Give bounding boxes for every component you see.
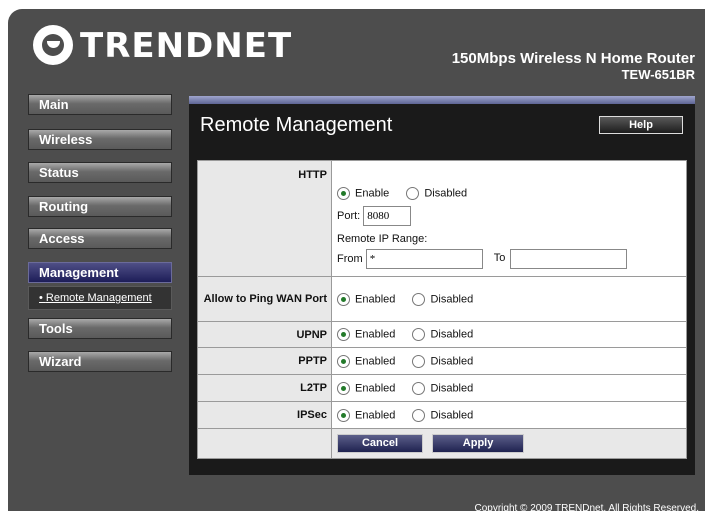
nav-wizard[interactable]: Wizard: [28, 351, 172, 372]
router-frame: TRENDNET 150Mbps Wireless N Home Router …: [8, 9, 705, 511]
nav-remote-management-label: Remote Management: [45, 292, 152, 304]
upnp-row: UPNP Enabled Disabled: [197, 321, 687, 348]
l2tp-enabled-label: Enabled: [355, 381, 396, 394]
nav-tools[interactable]: Tools: [28, 318, 172, 339]
pptp-enabled-label: Enabled: [355, 354, 396, 367]
ping-enabled-label: Enabled: [355, 292, 396, 305]
ping-row: Allow to Ping WAN Port Enabled Disabled: [197, 276, 687, 322]
ping-disabled-radio[interactable]: [412, 292, 426, 306]
nav-access[interactable]: Access: [28, 228, 172, 249]
nav-status[interactable]: Status: [28, 162, 172, 183]
page-title: Remote Management: [200, 114, 393, 136]
http-disabled-radio[interactable]: [406, 186, 420, 200]
http-row: HTTP Enable Disabled Port: Remote IP Ran…: [197, 160, 687, 277]
model-number: TEW-651BR: [621, 67, 695, 82]
content-panel: Remote Management Help HTTP Enable Disab…: [189, 96, 695, 475]
upnp-disabled-label: Disabled: [430, 328, 474, 341]
upnp-enabled-radio[interactable]: [337, 328, 350, 341]
ipsec-label: IPSec: [197, 401, 332, 429]
to-ip-input[interactable]: [510, 248, 628, 269]
management-submenu: • Remote Management: [28, 286, 172, 310]
settings-table: HTTP Enable Disabled Port: Remote IP Ran…: [197, 160, 687, 459]
actions-row: Cancel Apply: [197, 428, 687, 459]
l2tp-disabled-label: Disabled: [430, 381, 474, 394]
l2tp-label: L2TP: [197, 374, 332, 402]
ping-disabled-label: Disabled: [430, 292, 474, 305]
pptp-disabled-label: Disabled: [430, 354, 474, 367]
ipsec-enabled-radio[interactable]: [337, 408, 350, 422]
nav-wireless[interactable]: Wireless: [28, 129, 172, 150]
http-label: HTTP: [197, 160, 332, 277]
upnp-label: UPNP: [197, 321, 332, 348]
http-settings: Enable Disabled Port: Remote IP Range: F…: [331, 160, 687, 277]
panel-top-bar: [189, 96, 695, 104]
ipsec-disabled-label: Disabled: [430, 408, 474, 421]
help-button[interactable]: Help: [599, 116, 683, 134]
ipsec-disabled-radio[interactable]: [412, 408, 426, 422]
nav-routing[interactable]: Routing: [28, 196, 172, 217]
remote-ip-range-label: Remote IP Range:: [337, 232, 428, 245]
apply-button[interactable]: Apply: [432, 434, 525, 453]
http-enable-label: Enable: [355, 186, 390, 199]
pptp-label: PPTP: [197, 347, 332, 375]
trendnet-logo-icon: [33, 25, 73, 65]
ipsec-row: IPSec Enabled Disabled: [197, 401, 687, 429]
copyright-text: Copyright © 2009 TRENDnet. All Rights Re…: [474, 503, 699, 511]
http-enable-radio[interactable]: [337, 186, 350, 200]
nav-management[interactable]: Management: [28, 262, 172, 283]
l2tp-enabled-radio[interactable]: [337, 381, 350, 395]
l2tp-row: L2TP Enabled Disabled: [197, 374, 687, 402]
pptp-disabled-radio[interactable]: [412, 354, 426, 368]
product-name: 150Mbps Wireless N Home Router: [451, 50, 695, 67]
ping-label: Allow to Ping WAN Port: [197, 276, 332, 322]
pptp-enabled-radio[interactable]: [337, 354, 350, 368]
ping-enabled-radio[interactable]: [337, 292, 350, 306]
port-input[interactable]: [363, 205, 412, 226]
upnp-disabled-radio[interactable]: [412, 328, 426, 341]
ipsec-enabled-label: Enabled: [355, 408, 396, 421]
nav-main[interactable]: Main: [28, 94, 172, 115]
from-ip-input[interactable]: [365, 248, 483, 269]
cancel-button[interactable]: Cancel: [337, 434, 423, 453]
nav-remote-management[interactable]: • Remote Management: [39, 292, 152, 304]
from-label: From: [337, 252, 363, 265]
port-label: Port:: [337, 209, 361, 222]
brand-name: TRENDNET: [80, 26, 293, 66]
to-label: To: [493, 252, 506, 265]
l2tp-disabled-radio[interactable]: [412, 381, 426, 395]
upnp-enabled-label: Enabled: [355, 328, 396, 341]
http-disabled-label: Disabled: [424, 186, 468, 199]
pptp-row: PPTP Enabled Disabled: [197, 347, 687, 375]
